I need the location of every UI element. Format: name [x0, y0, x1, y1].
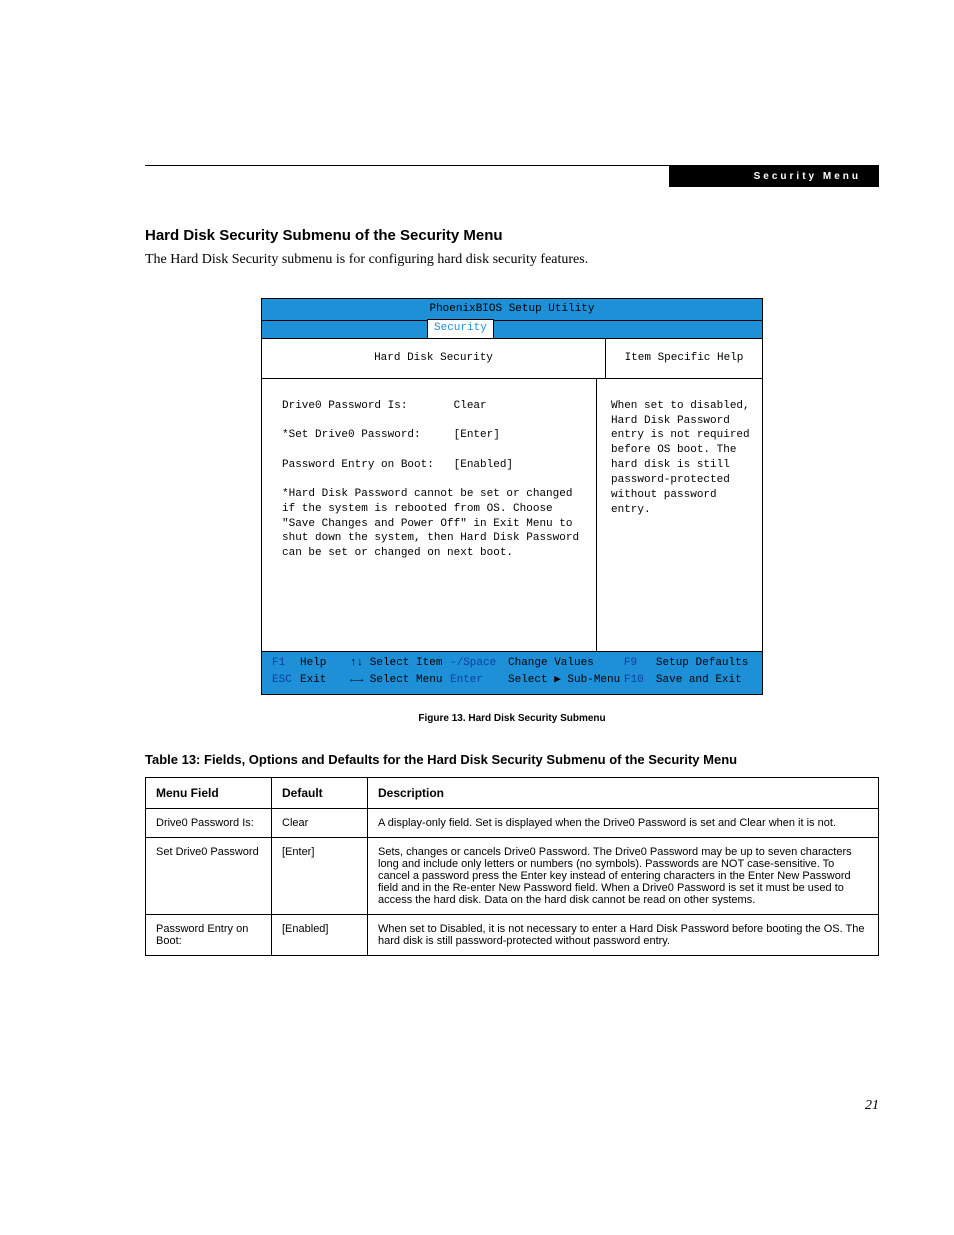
key-enter[interactable]: Enter: [450, 673, 508, 688]
label-save-and-exit: Save and Exit: [656, 673, 752, 688]
th-default: Default: [272, 777, 368, 808]
header-bar: Security Menu: [145, 166, 879, 187]
cell-desc: A display-only field. Set is displayed w…: [368, 808, 879, 837]
bios-body: Drive0 Password Is: Clear *Set Drive0 Pa…: [262, 379, 762, 651]
table-caption: Table 13: Fields, Options and Defaults f…: [145, 752, 879, 767]
bios-fields-panel: Drive0 Password Is: Clear *Set Drive0 Pa…: [262, 379, 597, 651]
bios-tab-security[interactable]: Security: [427, 319, 494, 338]
key-esc[interactable]: ESC: [272, 673, 300, 688]
bios-field-drive0-password-is: Drive0 Password Is: Clear: [282, 399, 586, 414]
section-sub: The Hard Disk Security submenu is for co…: [145, 252, 879, 268]
page: Security Menu Hard Disk Security Submenu…: [0, 0, 954, 1235]
bios-note: *Hard Disk Password cannot be set or cha…: [282, 487, 586, 561]
page-number: 21: [865, 1098, 879, 1114]
bios-panel-heading-right: Item Specific Help: [606, 339, 762, 378]
cell-desc: When set to Disabled, it is not necessar…: [368, 914, 879, 955]
bios-title: PhoenixBIOS Setup Utility: [262, 299, 762, 321]
bios-help-text: When set to disabled, Hard Disk Password…: [611, 399, 752, 518]
label-select-submenu: Select ▶ Sub-Menu: [508, 673, 624, 688]
bios-footer: F1 Help ↑↓ Select Item -/Space Change Va…: [262, 651, 762, 694]
key-minus-space[interactable]: -/Space: [450, 656, 508, 671]
label-select-item: ↑↓ Select Item: [350, 656, 450, 671]
table-row: Set Drive0 Password [Enter] Sets, change…: [146, 837, 879, 914]
label-help: Help: [300, 656, 350, 671]
label-select-menu: ←→ Select Menu: [350, 673, 450, 688]
key-f9[interactable]: F9: [624, 656, 656, 671]
bios-panel-headings: Hard Disk Security Item Specific Help: [262, 339, 762, 379]
fields-table: Menu Field Default Description Drive0 Pa…: [145, 777, 879, 956]
cell-field: Set Drive0 Password: [146, 837, 272, 914]
cell-desc: Sets, changes or cancels Drive0 Password…: [368, 837, 879, 914]
cell-field: Password Entry on Boot:: [146, 914, 272, 955]
figure-caption: Figure 13. Hard Disk Security Submenu: [145, 713, 879, 724]
table-header-row: Menu Field Default Description: [146, 777, 879, 808]
label-change-values: Change Values: [508, 656, 624, 671]
bios-field-set-drive0-password[interactable]: *Set Drive0 Password: [Enter]: [282, 428, 586, 443]
bios-window: PhoenixBIOS Setup Utility Security Hard …: [261, 298, 763, 695]
key-f1[interactable]: F1: [272, 656, 300, 671]
bios-tabs: Security: [262, 321, 762, 339]
th-description: Description: [368, 777, 879, 808]
cell-default: [Enter]: [272, 837, 368, 914]
section-heading: Hard Disk Security Submenu of the Securi…: [145, 227, 879, 244]
table-row: Password Entry on Boot: [Enabled] When s…: [146, 914, 879, 955]
key-f10[interactable]: F10: [624, 673, 656, 688]
bios-help-panel: When set to disabled, Hard Disk Password…: [597, 379, 762, 651]
label-setup-defaults: Setup Defaults: [656, 656, 752, 671]
breadcrumb: Security Menu: [669, 166, 879, 187]
cell-default: Clear: [272, 808, 368, 837]
cell-default: [Enabled]: [272, 914, 368, 955]
label-exit: Exit: [300, 673, 350, 688]
th-menu-field: Menu Field: [146, 777, 272, 808]
table-row: Drive0 Password Is: Clear A display-only…: [146, 808, 879, 837]
cell-field: Drive0 Password Is:: [146, 808, 272, 837]
bios-field-password-entry-on-boot[interactable]: Password Entry on Boot: [Enabled]: [282, 458, 586, 473]
bios-panel-heading-left: Hard Disk Security: [262, 339, 606, 378]
